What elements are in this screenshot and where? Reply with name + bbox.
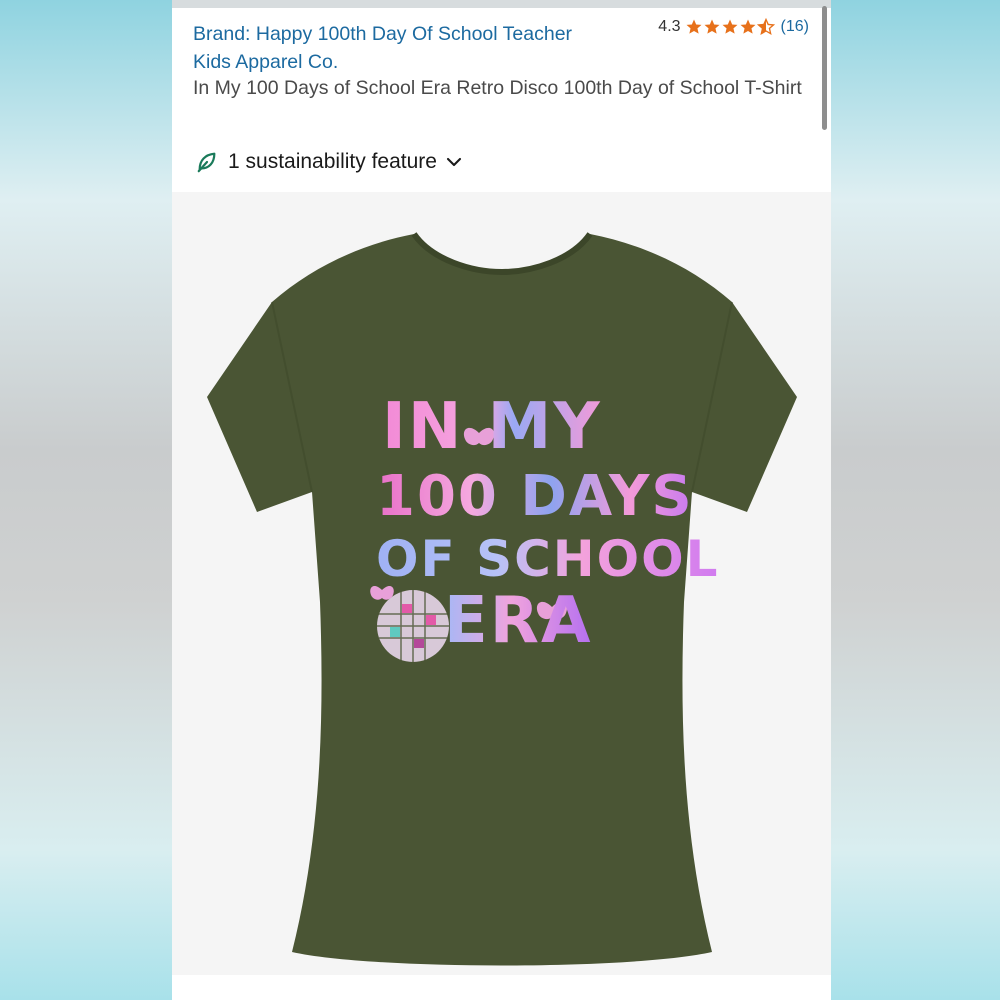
bottom-spacer xyxy=(172,975,831,1000)
brand-link[interactable]: Brand: Happy 100th Day Of School Teacher… xyxy=(193,20,613,76)
rating-value: 4.3 xyxy=(658,18,681,35)
star-icon xyxy=(722,19,738,34)
star-icon xyxy=(704,19,720,34)
star-icon xyxy=(686,19,702,34)
print-line: OF SCHOOL xyxy=(376,530,720,588)
sustainability-label: 1 sustainability feature xyxy=(228,150,437,173)
disco-ball-icon xyxy=(377,590,449,662)
rating-summary[interactable]: 4.3 (16) xyxy=(658,18,809,36)
star-icon xyxy=(740,19,756,34)
sustainability-toggle[interactable]: 1 sustainability feature xyxy=(196,150,473,174)
print-line: ERA xyxy=(444,584,593,658)
product-page: Brand: Happy 100th Day Of School Teacher… xyxy=(172,0,831,1000)
rating-stars xyxy=(685,18,775,36)
top-divider xyxy=(172,0,831,8)
rating-count[interactable]: (16) xyxy=(781,18,809,36)
star-half-icon xyxy=(756,18,775,36)
scrollbar[interactable] xyxy=(822,6,827,130)
product-image[interactable]: IN MY 100 DAYS OF SCHOOL ERA xyxy=(172,192,831,975)
print-line: 100 DAYS xyxy=(376,464,694,529)
print-line: IN MY xyxy=(382,390,602,464)
leaf-icon xyxy=(197,152,216,173)
chevron-down-icon xyxy=(446,157,462,167)
product-title: In My 100 Days of School Era Retro Disco… xyxy=(193,77,802,99)
